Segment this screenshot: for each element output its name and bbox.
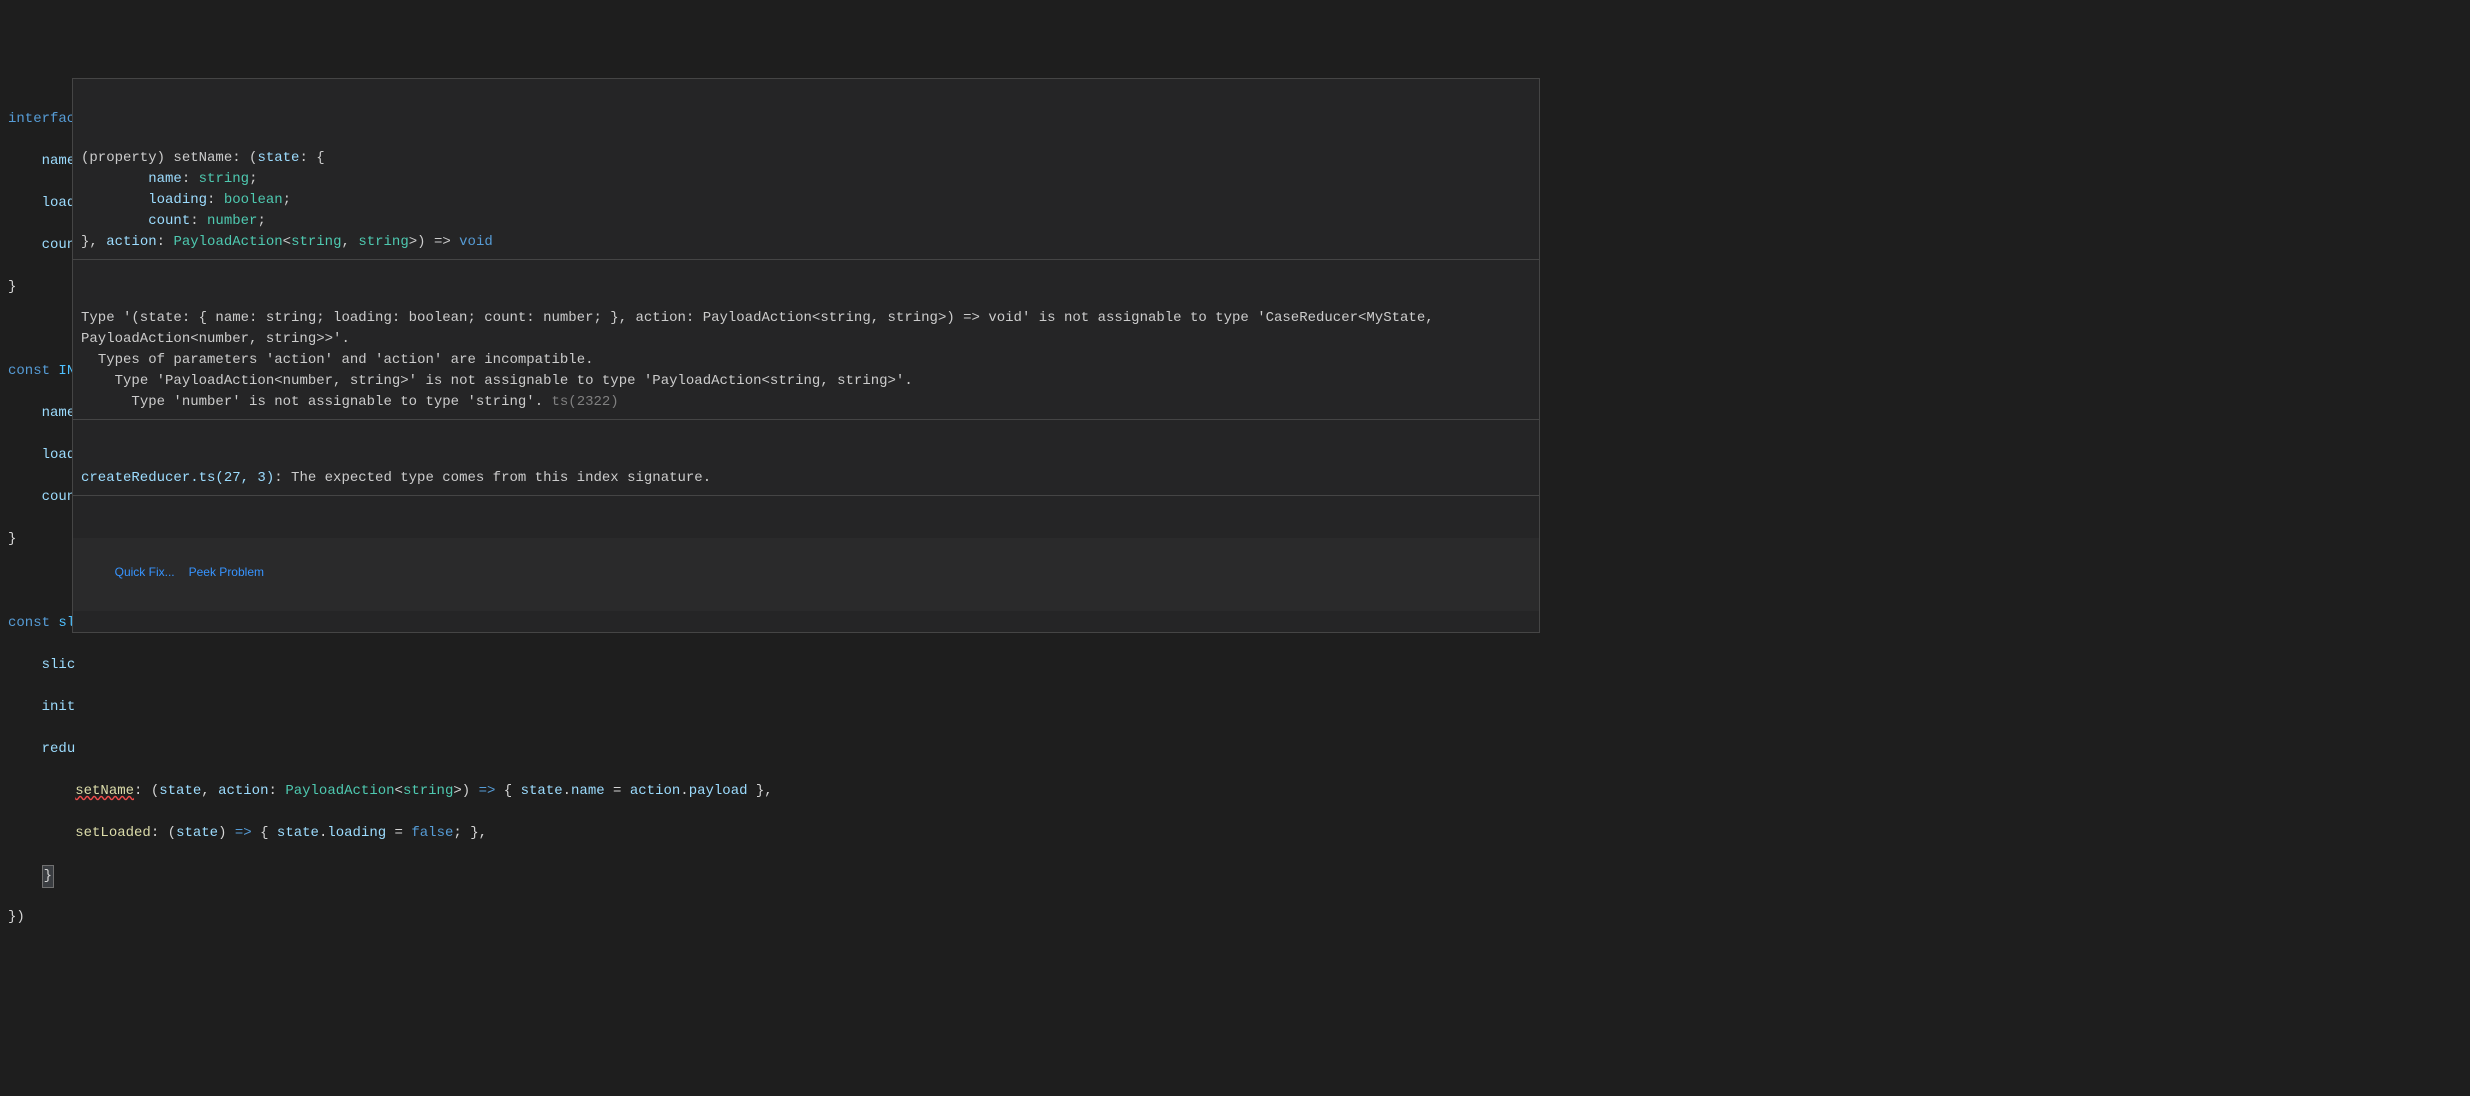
- hover-source-location[interactable]: createReducer.ts(27, 3): The expected ty…: [73, 462, 1539, 496]
- code-line: redu: [8, 739, 2470, 760]
- error-code: ts(2322): [552, 394, 619, 410]
- hover-signature: (property) setName: (state: { name: stri…: [73, 121, 1539, 260]
- code-line: init: [8, 697, 2470, 718]
- peek-problem-link[interactable]: Peek Problem: [189, 565, 264, 579]
- code-line: }): [8, 907, 2470, 928]
- error-squiggle: setName: [75, 783, 134, 799]
- code-line: }: [8, 865, 2470, 886]
- quick-fix-link[interactable]: Quick Fix...: [115, 565, 175, 579]
- hover-error-message: Type '(state: { name: string; loading: b…: [73, 302, 1539, 420]
- bracket-match-highlight: }: [42, 865, 54, 888]
- hover-actions: Quick Fix... Peek Problem: [73, 538, 1539, 611]
- code-line: setLoaded: (state) => { state.loading = …: [8, 823, 2470, 844]
- code-line: setName: (state, action: PayloadAction<s…: [8, 781, 2470, 802]
- hover-tooltip: (property) setName: (state: { name: stri…: [72, 78, 1540, 633]
- code-line: slic: [8, 655, 2470, 676]
